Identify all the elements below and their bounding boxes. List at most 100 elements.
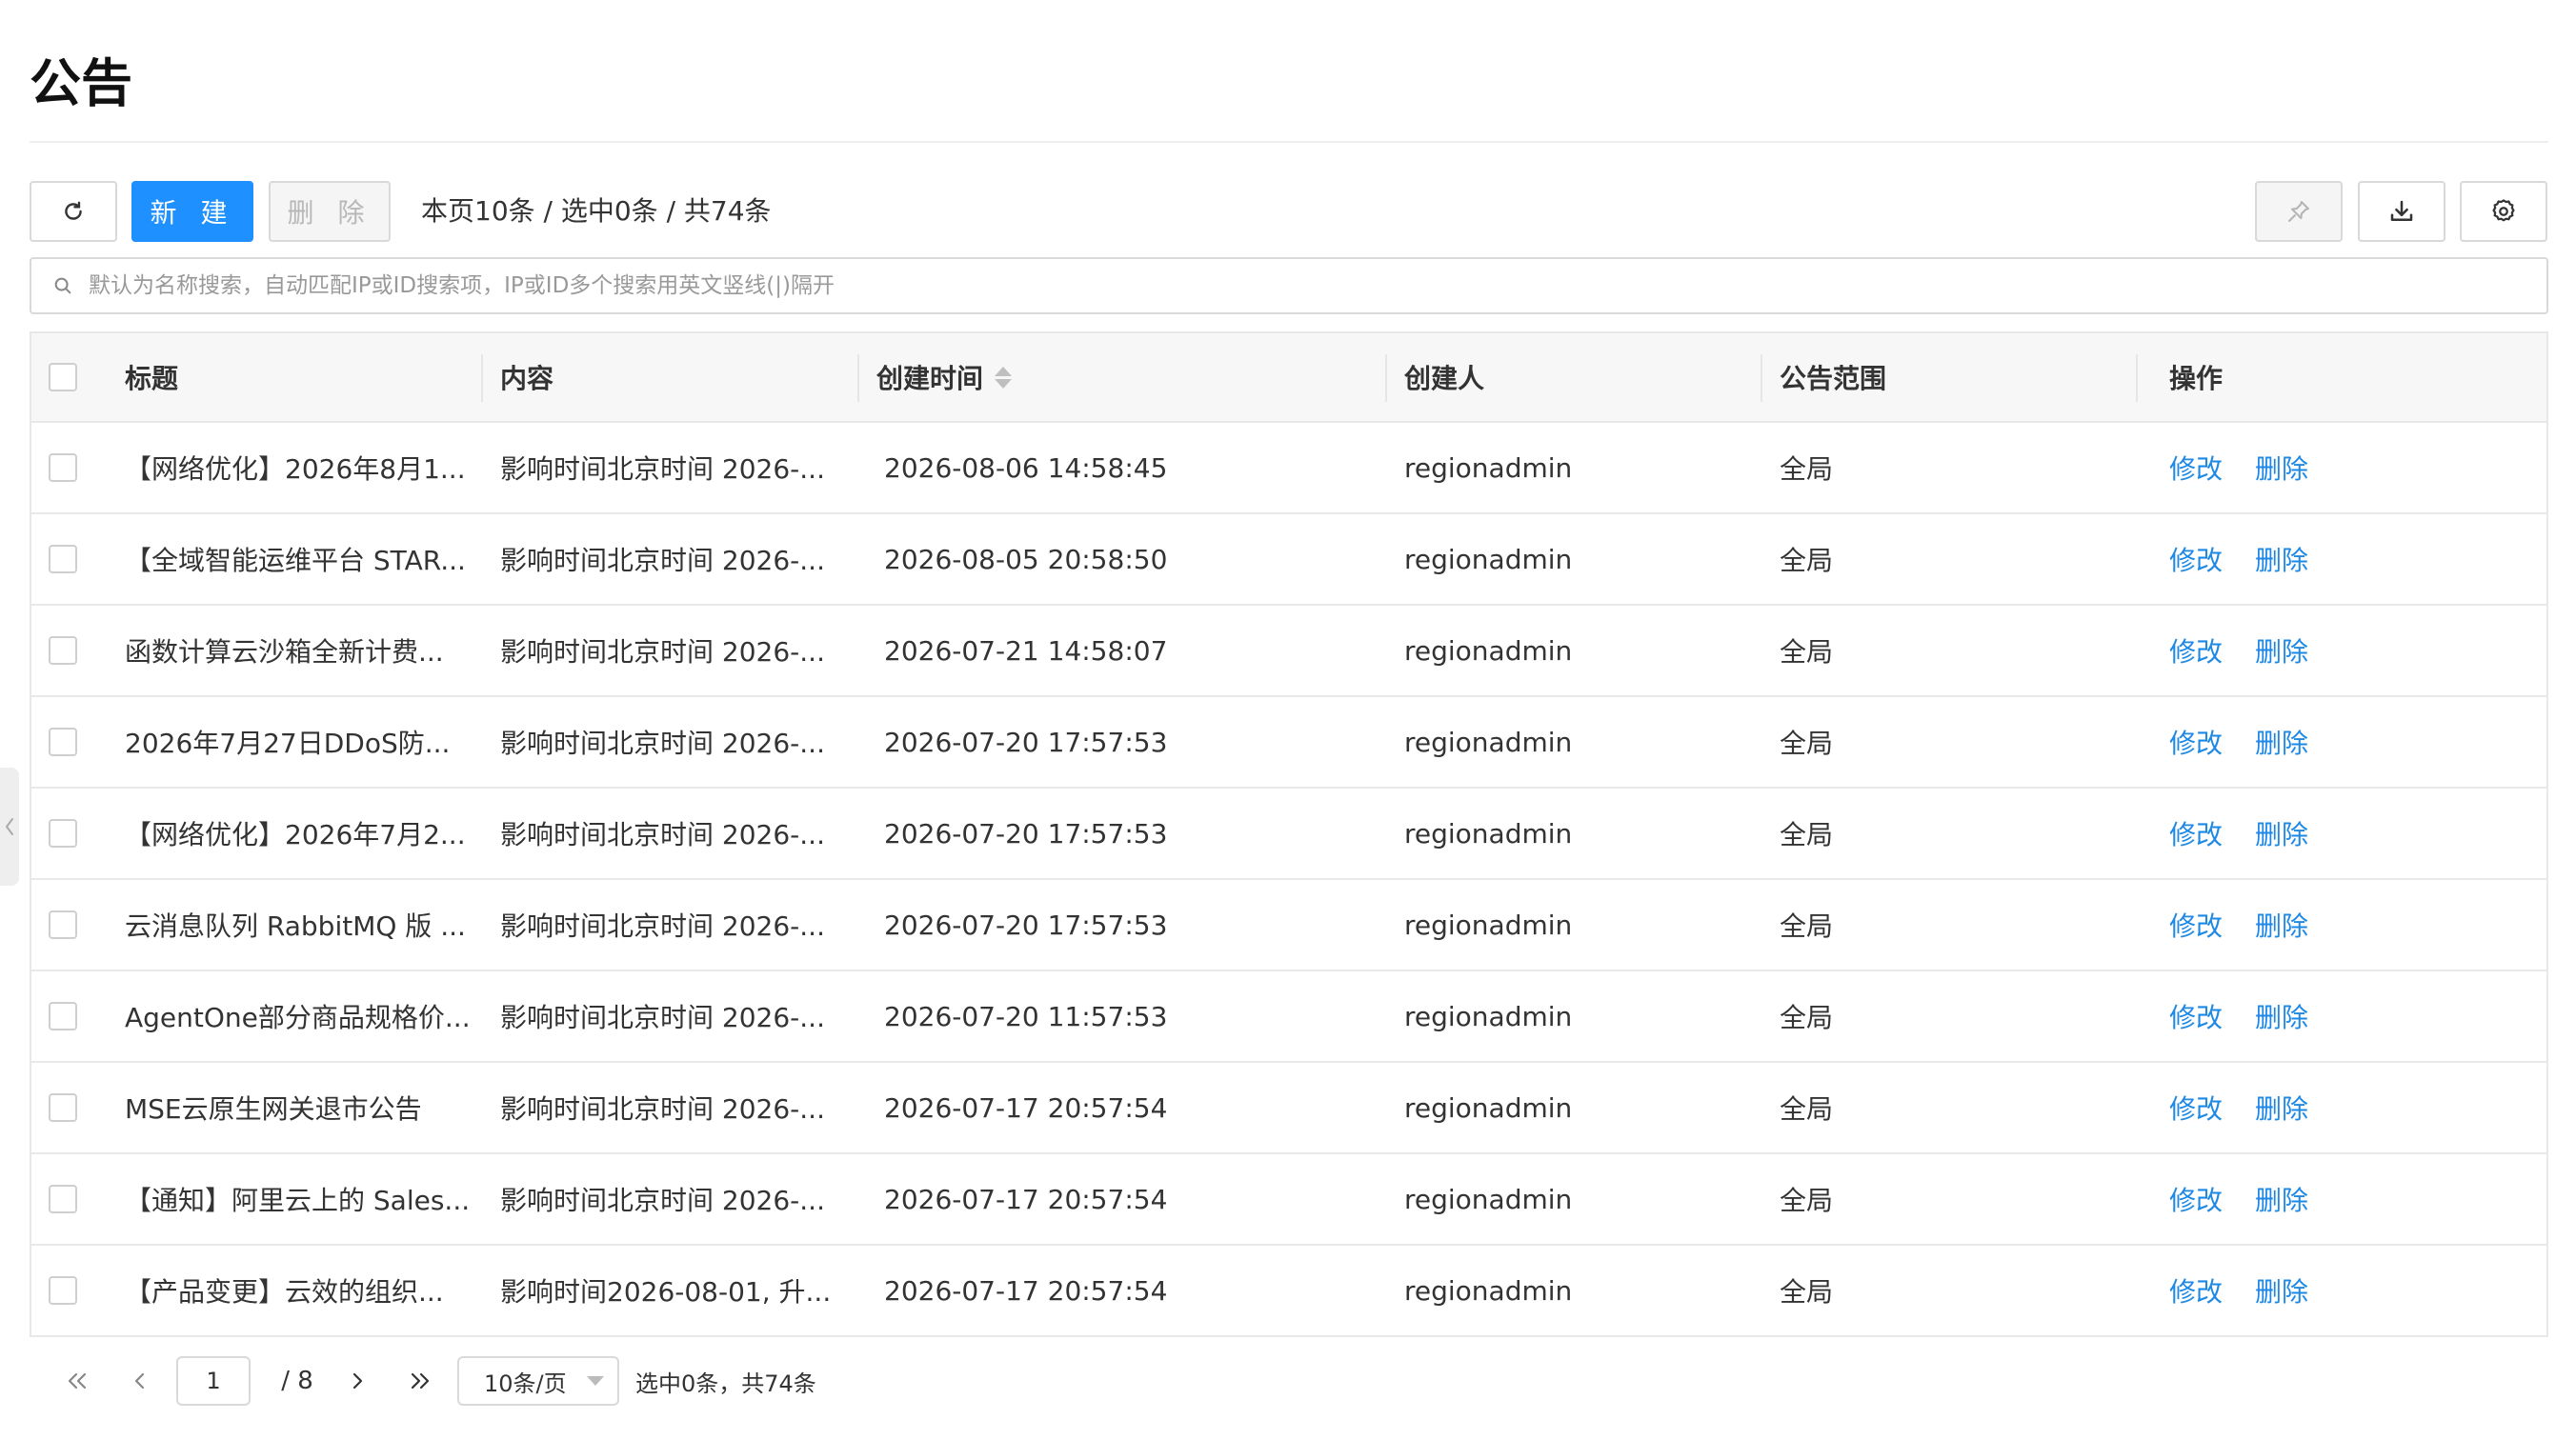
row-actions: 修改 删除 (2169, 789, 2341, 878)
row-content: 影响时间北京时间 2026-... (500, 819, 825, 850)
row-content: 影响时间北京时间 2026-... (500, 728, 825, 759)
delete-link[interactable]: 删除 (2255, 997, 2308, 1035)
column-header-actions: 操作 (2169, 363, 2224, 394)
row-time: 2026-07-20 11:57:53 (884, 1000, 1168, 1032)
sidebar-collapse-handle[interactable] (0, 768, 19, 886)
row-checkbox[interactable] (49, 1002, 77, 1030)
row-actions: 修改 删除 (2169, 514, 2341, 604)
caret-down-icon (587, 1376, 604, 1386)
row-title: 云消息队列 RabbitMQ 版 ... (125, 910, 466, 942)
column-divider[interactable] (1761, 354, 1762, 402)
last-page-button[interactable] (399, 1356, 441, 1406)
row-checkbox[interactable] (49, 910, 77, 939)
pin-button[interactable] (2255, 181, 2343, 242)
page-size-select[interactable]: 10条/页 (457, 1356, 619, 1406)
row-time: 2026-07-20 17:57:53 (884, 726, 1168, 758)
page-number-input[interactable] (176, 1356, 251, 1406)
row-time: 2026-07-20 17:57:53 (884, 909, 1168, 941)
select-all-checkbox[interactable] (49, 363, 77, 391)
row-title: 2026年7月27日DDoS防... (125, 728, 451, 759)
delete-link[interactable]: 删除 (2255, 631, 2308, 670)
row-scope: 全局 (1780, 545, 1834, 576)
row-scope: 全局 (1780, 1002, 1834, 1033)
row-checkbox[interactable] (49, 453, 77, 482)
edit-link[interactable]: 修改 (2169, 449, 2223, 487)
delete-link[interactable]: 删除 (2255, 1271, 2308, 1310)
page-title: 公告 (30, 53, 132, 113)
table-row: 2026年7月27日DDoS防... 影响时间北京时间 2026-... 202… (31, 697, 2546, 789)
delete-link[interactable]: 删除 (2255, 540, 2308, 578)
row-time: 2026-07-17 20:57:54 (884, 1183, 1168, 1215)
table-row: 云消息队列 RabbitMQ 版 ... 影响时间北京时间 2026-... 2… (31, 880, 2546, 971)
search-box[interactable] (30, 257, 2548, 314)
delete-button[interactable]: 删 除 (269, 181, 391, 242)
edit-link[interactable]: 修改 (2169, 631, 2223, 670)
row-time: 2026-08-05 20:58:50 (884, 543, 1168, 575)
column-header-time[interactable]: 创建时间 (876, 333, 1013, 421)
row-checkbox[interactable] (49, 819, 77, 848)
row-content: 影响时间北京时间 2026-... (500, 1185, 825, 1216)
row-time: 2026-08-06 14:58:45 (884, 451, 1168, 484)
first-page-icon (68, 1372, 87, 1390)
edit-link[interactable]: 修改 (2169, 723, 2223, 761)
first-page-button[interactable] (58, 1356, 96, 1406)
row-title: 【全域智能运维平台 STAR... (125, 545, 466, 576)
column-divider[interactable] (2136, 354, 2138, 402)
edit-link[interactable]: 修改 (2169, 1180, 2223, 1218)
column-divider[interactable] (481, 354, 483, 402)
row-scope: 全局 (1780, 636, 1834, 668)
total-pages: / 8 (281, 1367, 313, 1395)
download-button[interactable] (2358, 181, 2445, 242)
row-creator: regionadmin (1404, 543, 1573, 575)
sort-icon[interactable] (995, 366, 1013, 389)
row-actions: 修改 删除 (2169, 1246, 2341, 1335)
new-button[interactable]: 新 建 (131, 181, 253, 242)
download-icon (2390, 200, 2413, 221)
table-row: 函数计算云沙箱全新计费... 影响时间北京时间 2026-... 2026-07… (31, 606, 2546, 697)
edit-link[interactable]: 修改 (2169, 1271, 2223, 1310)
refresh-button[interactable] (30, 181, 117, 242)
column-divider[interactable] (1385, 354, 1387, 402)
row-checkbox[interactable] (49, 636, 77, 665)
row-actions: 修改 删除 (2169, 697, 2341, 787)
last-page-icon (411, 1372, 430, 1390)
row-title: 【产品变更】云效的组织... (125, 1276, 444, 1308)
row-checkbox[interactable] (49, 1093, 77, 1122)
row-actions: 修改 删除 (2169, 1063, 2341, 1152)
next-page-button[interactable] (338, 1356, 376, 1406)
delete-link[interactable]: 删除 (2255, 906, 2308, 944)
delete-link[interactable]: 删除 (2255, 1089, 2308, 1127)
row-creator: regionadmin (1404, 1183, 1573, 1215)
table-row: 【产品变更】云效的组织... 影响时间2026-08-01, 升... 2026… (31, 1246, 2546, 1337)
row-content: 影响时间北京时间 2026-... (500, 636, 825, 668)
row-checkbox[interactable] (49, 728, 77, 756)
row-content: 影响时间北京时间 2026-... (500, 1002, 825, 1033)
prev-page-button[interactable] (121, 1356, 159, 1406)
pagination: / 8 10条/页 选中0条，共74条 (30, 1356, 982, 1406)
delete-link[interactable]: 删除 (2255, 1180, 2308, 1218)
row-creator: regionadmin (1404, 726, 1573, 758)
table-row: AgentOne部分商品规格价... 影响时间北京时间 2026-... 202… (31, 971, 2546, 1063)
row-checkbox[interactable] (49, 1185, 77, 1213)
row-checkbox[interactable] (49, 545, 77, 573)
delete-link[interactable]: 删除 (2255, 449, 2308, 487)
settings-button[interactable] (2460, 181, 2547, 242)
row-checkbox[interactable] (49, 1276, 77, 1305)
delete-link[interactable]: 删除 (2255, 723, 2308, 761)
row-actions: 修改 删除 (2169, 880, 2341, 970)
announcement-table: 标题 内容 创建时间 创建人 公告范围 操作 【网络优化】2026年8月1...… (30, 331, 2548, 1337)
edit-link[interactable]: 修改 (2169, 997, 2223, 1035)
delete-link[interactable]: 删除 (2255, 814, 2308, 852)
row-scope: 全局 (1780, 1185, 1834, 1216)
column-header-creator: 创建人 (1404, 363, 1485, 394)
edit-link[interactable]: 修改 (2169, 814, 2223, 852)
table-row: MSE云原生网关退市公告 影响时间北京时间 2026-... 2026-07-1… (31, 1063, 2546, 1154)
column-header-time-label: 创建时间 (876, 363, 984, 394)
row-time: 2026-07-17 20:57:54 (884, 1274, 1168, 1307)
edit-link[interactable]: 修改 (2169, 540, 2223, 578)
edit-link[interactable]: 修改 (2169, 906, 2223, 944)
header-checkbox-cell (49, 333, 77, 421)
column-divider[interactable] (857, 354, 859, 402)
edit-link[interactable]: 修改 (2169, 1089, 2223, 1127)
search-input[interactable] (89, 273, 2546, 298)
